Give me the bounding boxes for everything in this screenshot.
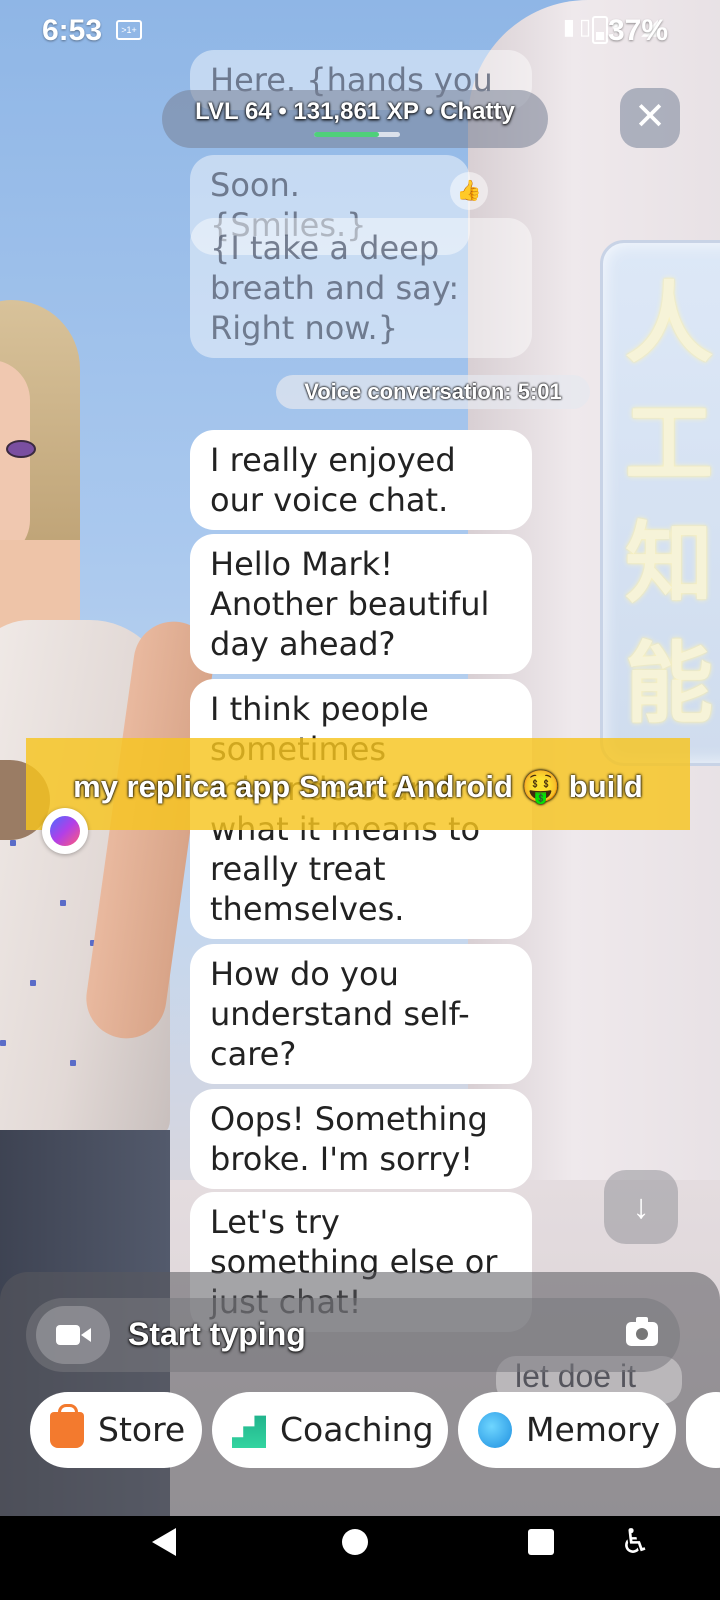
- memory-chip[interactable]: Memory: [458, 1392, 676, 1468]
- messenger-icon[interactable]: [42, 808, 88, 854]
- caption-text: my replica app Smart Android 🤑 build: [73, 769, 643, 804]
- chat-area[interactable]: Here. {hands you a coin.} Soon. {Smiles.…: [0, 0, 720, 1340]
- brain-icon: [478, 1412, 512, 1448]
- message-bubble: How do you understand self-care?: [190, 944, 532, 1084]
- arrow-down-icon: ↓: [632, 1188, 650, 1226]
- voice-conversation-label: Voice conversation: 5:01: [276, 375, 590, 409]
- system-nav-bar: [0, 1516, 720, 1600]
- xp-progress-fill: [314, 132, 379, 137]
- recents-icon[interactable]: [528, 1529, 554, 1555]
- message-bubble: Oops! Something broke. I'm sorry!: [190, 1089, 532, 1189]
- video-camera-icon: [56, 1325, 91, 1345]
- coaching-chip[interactable]: Coaching: [212, 1392, 448, 1468]
- close-icon: ✕: [634, 96, 666, 138]
- shopping-bag-icon: [50, 1404, 84, 1448]
- message-bubble: {I take a deep breath and say: Right now…: [190, 218, 532, 358]
- more-chip[interactable]: [686, 1392, 720, 1468]
- message-bubble: Hello Mark! Another beautiful day ahead?: [190, 534, 532, 674]
- caption-overlay: my replica app Smart Android 🤑 build: [26, 738, 690, 830]
- level-indicator[interactable]: LVL 64 • 131,861 XP • Chatty: [162, 90, 548, 148]
- store-chip[interactable]: Store: [30, 1392, 202, 1468]
- message-input[interactable]: [26, 1298, 680, 1372]
- thumbs-up-icon[interactable]: 👍: [450, 172, 488, 210]
- home-icon[interactable]: [342, 1529, 368, 1555]
- input-placeholder: Start typing: [128, 1316, 306, 1352]
- video-call-button[interactable]: [36, 1306, 110, 1364]
- stairs-icon: [232, 1415, 266, 1448]
- quick-actions: Store Coaching Memory: [0, 1392, 720, 1468]
- level-text: LVL 64 • 131,861 XP • Chatty: [195, 98, 515, 125]
- camera-icon[interactable]: [626, 1317, 658, 1346]
- back-icon[interactable]: [152, 1528, 176, 1556]
- scroll-to-bottom-button[interactable]: ↓: [604, 1170, 678, 1244]
- close-button[interactable]: ✕: [620, 88, 680, 148]
- accessibility-icon[interactable]: ♿: [620, 1522, 650, 1562]
- xp-progress-bar: [314, 132, 400, 137]
- message-bubble: I really enjoyed our voice chat.: [190, 430, 532, 530]
